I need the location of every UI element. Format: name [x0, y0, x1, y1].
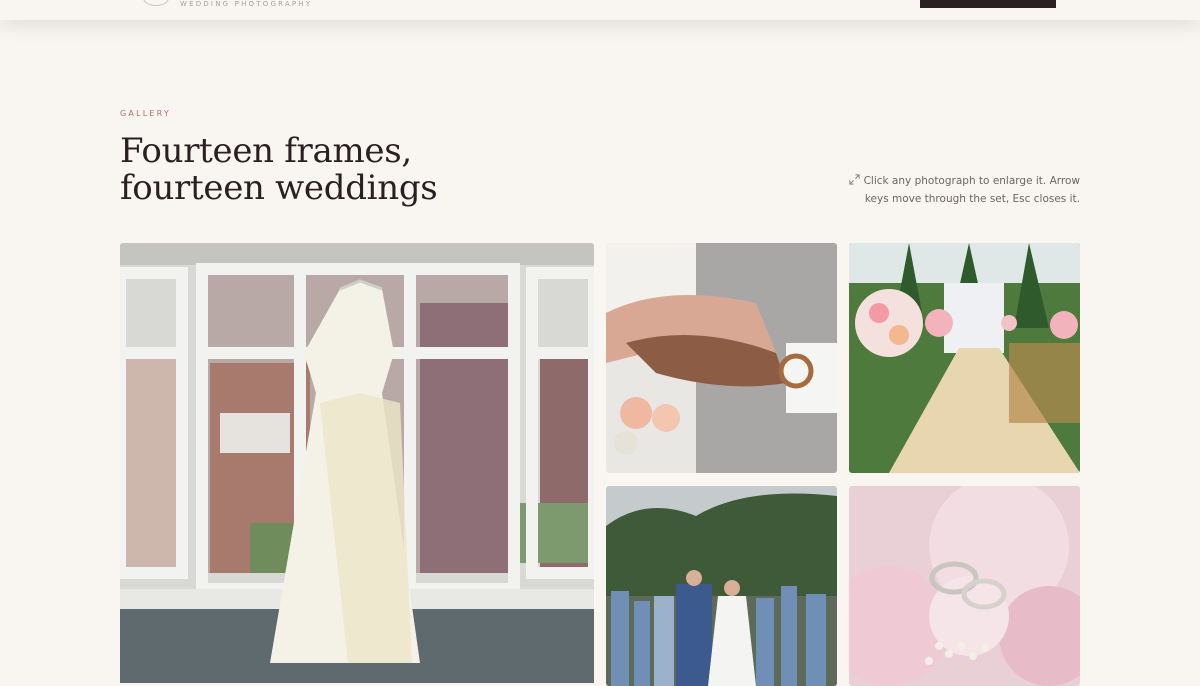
- photo-hands-image: [606, 243, 837, 473]
- photo-dress-image: [120, 243, 594, 683]
- photo-aisle-image: [849, 243, 1080, 473]
- expand-icon: [848, 174, 860, 185]
- site-header: WEDDING PHOTOGRAPHY: [0, 0, 1200, 20]
- section-title: Fourteen frames, fourteen weddings: [120, 133, 480, 207]
- gallery-photo-hands[interactable]: [606, 243, 837, 473]
- photo-guests-image: [606, 486, 837, 686]
- header-cta-button[interactable]: [920, 0, 1056, 8]
- gallery-photo-aisle[interactable]: [849, 243, 1080, 473]
- gallery-photo-rings[interactable]: [849, 486, 1080, 686]
- gallery-photo-guests[interactable]: [606, 486, 837, 686]
- logo-icon[interactable]: [143, 0, 169, 6]
- brand-tagline: WEDDING PHOTOGRAPHY: [180, 0, 313, 8]
- gallery-hint: Click any photograph to enlarge it. Arro…: [830, 172, 1080, 208]
- section-title-line-2: fourteen weddings: [120, 168, 438, 208]
- gallery-photo-dress[interactable]: [120, 243, 594, 683]
- photo-rings-image: [849, 486, 1080, 686]
- gallery-hint-text: Click any photograph to enlarge it. Arro…: [863, 175, 1080, 205]
- section-title-line-1: Fourteen frames,: [120, 131, 412, 171]
- section-eyebrow: GALLERY: [120, 109, 171, 118]
